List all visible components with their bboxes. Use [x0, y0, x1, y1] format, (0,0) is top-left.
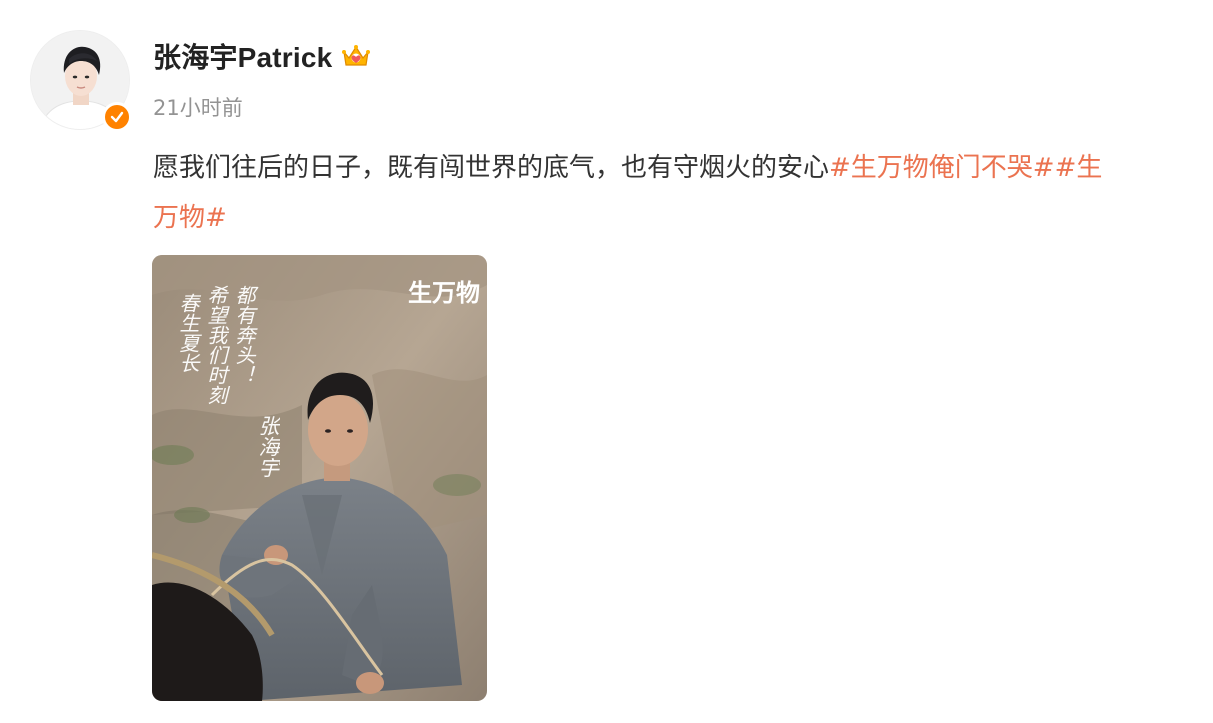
poster-image: 春生夏长 希望我们时刻 都有奔头！ 张海宇 生万物	[152, 255, 487, 701]
post-image[interactable]: 春生夏长 希望我们时刻 都有奔头！ 张海宇 生万物	[152, 255, 487, 701]
poster-caption-2: 希望我们时刻	[204, 285, 228, 405]
poster-caption-3: 都有奔头！	[231, 285, 256, 385]
post-body: 愿我们往后的日子，既有闯世界的底气，也有守烟火的安心	[153, 153, 830, 183]
post-text: 愿我们往后的日子，既有闯世界的底气，也有守烟火的安心#生万物俺门不哭##生 万物…	[153, 143, 1213, 243]
post-timestamp[interactable]: 21小时前	[153, 92, 243, 122]
verified-check-icon	[102, 102, 132, 132]
hashtag-link-2-end[interactable]: 万物#	[153, 203, 227, 233]
poster-signature: 张海宇	[256, 415, 281, 478]
username-row: 张海宇Patrick	[153, 36, 372, 76]
hashtag-link[interactable]: #生万物俺门不哭#	[829, 153, 1055, 183]
username-link[interactable]: 张海宇Patrick	[153, 36, 332, 76]
avatar-container[interactable]	[30, 30, 132, 132]
hashtag-link-2-start[interactable]: #生	[1055, 153, 1103, 183]
poster-logo: 生万物	[408, 278, 480, 307]
crown-icon[interactable]	[340, 40, 372, 72]
post-text-line-2: 万物#	[153, 193, 1213, 243]
post-text-line-1: 愿我们往后的日子，既有闯世界的底气，也有守烟火的安心#生万物俺门不哭##生	[153, 143, 1213, 193]
weibo-post: 张海宇Patrick 21小时前 愿我们往后的日子，既有闯世界的底气，也有守烟火…	[0, 0, 1213, 723]
poster-caption-1: 春生夏长	[176, 293, 200, 373]
